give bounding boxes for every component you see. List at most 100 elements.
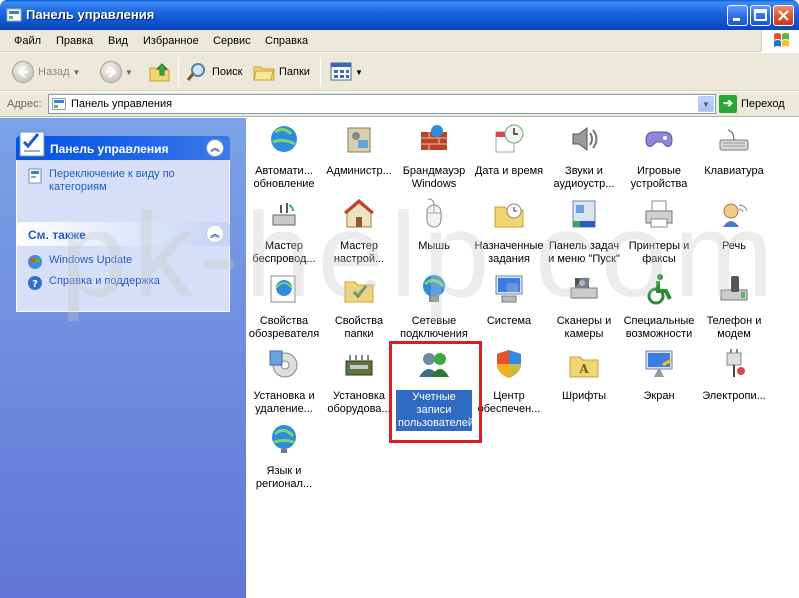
scanner-camera-icon [570,278,598,299]
go-button[interactable]: ➔ Переход [719,95,785,113]
windows-flag-icon [774,33,789,47]
menu-view[interactable]: Вид [108,35,128,47]
item-label: Свойства папки [334,315,384,340]
collapse-chevron-icon[interactable]: ︽ [206,225,224,243]
date-time-item[interactable]: Дата и время [471,122,547,178]
item-label: Администр... [326,165,392,177]
item-label: Специальные возможности [623,315,695,340]
window-title: Панель управления [26,7,155,22]
panel-header[interactable]: См. также ︽ [16,222,230,246]
game-controllers-item[interactable]: Игровые устройства [621,122,697,191]
collapse-chevron-icon[interactable]: ︽ [206,139,224,157]
scanners-cameras-item[interactable]: Сканеры и камеры [546,272,622,341]
menu-tools[interactable]: Сервис [213,35,251,47]
title-bar[interactable]: Панель управления [0,0,799,30]
up-button[interactable] [148,59,172,85]
back-dropdown-icon[interactable]: ▼ [73,68,81,77]
printers-faxes-item[interactable]: Принтеры и факсы [621,197,697,266]
keyboard-item[interactable]: Клавиатура [696,122,772,178]
link-text: Переключение к виду по категориям [49,168,175,193]
menu-file[interactable]: Файл [14,35,41,47]
item-label: Автомати... обновление [253,165,315,190]
speech-icon [723,203,748,227]
views-dropdown-icon[interactable]: ▼ [355,68,363,77]
folders-label: Папки [279,66,310,78]
folders-button[interactable]: Папки [253,59,310,85]
globe-shield-icon [271,126,297,152]
close-button[interactable] [773,5,794,26]
wireless-network-wizard-item[interactable]: Мастер беспровод... [246,197,322,266]
mouse-icon [426,198,442,228]
add-hardware-item[interactable]: Установка оборудова... [321,347,397,416]
forward-dropdown-icon[interactable]: ▼ [125,68,133,77]
item-label: Речь [721,240,747,252]
maximize-button[interactable] [750,5,771,26]
minimize-icon [733,18,740,21]
gamepad-icon [645,131,673,147]
folder-options-item[interactable]: Свойства папки [321,272,397,341]
item-label: Электропи... [702,390,766,402]
keyboard-icon [719,129,749,151]
back-button[interactable]: Назад ▼ [12,59,80,85]
network-setup-wizard-item[interactable]: Мастер настрой... [321,197,397,266]
minimize-button[interactable] [727,5,748,26]
system-item[interactable]: Система [471,272,547,328]
taskbar-icon [572,200,596,228]
internet-options-item[interactable]: Свойства обозревателя [246,272,322,341]
item-label: Сетевые подключения [400,315,468,340]
menu-edit[interactable]: Правка [56,35,93,47]
address-dropdown-icon[interactable]: ▼ [698,96,714,112]
go-arrow-icon: ➔ [719,95,737,113]
views-button[interactable]: ▼ [330,59,363,85]
address-label: Адрес: [7,98,42,110]
security-center-item[interactable]: Центр обеспечен... [471,347,547,416]
forward-button[interactable]: ▼ [100,59,133,85]
switch-to-category-view-link[interactable]: Переключение к виду по категориям [27,168,219,194]
windows-update-icon [28,255,42,269]
address-input[interactable]: Панель управления ▼ [48,94,716,114]
control-panel-small-icon [52,98,66,110]
taskbar-start-menu-item[interactable]: Панель задач и меню "Пуск" [546,197,622,266]
power-options-item[interactable]: Электропи... [696,347,772,403]
accessibility-options-item[interactable]: Специальные возможности [621,272,697,341]
admin-tools-icon [347,127,371,153]
item-label: Брандмауэр Windows [402,165,466,190]
add-remove-programs-item[interactable]: Установка и удаление... [246,347,322,416]
item-label: Сканеры и камеры [556,315,612,340]
menu-bar: Файл Правка Вид Избранное Сервис Справка [0,30,799,52]
item-label: Клавиатура [704,165,764,177]
search-label: Поиск [212,66,243,78]
speech-item[interactable]: Речь [696,197,772,253]
network-globe-icon [423,275,445,302]
menu-favorites[interactable]: Избранное [143,35,199,47]
help-and-support-link[interactable]: ? Справка и поддержка [27,275,219,291]
phone-modem-item[interactable]: Телефон и модем [696,272,772,341]
administrative-tools-item[interactable]: Администр... [321,122,397,178]
mouse-item[interactable]: Мышь [396,197,472,253]
go-label: Переход [741,98,785,110]
panel-header[interactable]: Панель управления ︽ [16,131,230,160]
item-label: Экран [643,390,675,402]
regional-language-item[interactable]: Язык и регионал... [246,422,322,491]
address-value: Панель управления [71,98,173,110]
sounds-audio-item[interactable]: Звуки и аудиоустр... [546,122,622,191]
windows-firewall-item[interactable]: Брандмауэр Windows [396,122,472,191]
windows-update-link[interactable]: Windows Update [27,254,219,270]
internet-options-icon [270,275,296,303]
search-button[interactable]: Поиск [186,59,242,85]
back-arrow-icon [12,61,34,83]
phone-icon [720,276,748,301]
forward-arrow-icon [100,61,122,83]
automatic-updates-item[interactable]: Автомати... обновление [246,122,322,191]
svg-text:A: A [578,362,589,376]
panel-title: См. также [28,228,86,242]
address-bar: Адрес: Панель управления ▼ ➔ Переход [0,92,799,117]
network-connections-item[interactable]: Сетевые подключения [396,272,472,341]
item-label: Система [486,315,532,327]
display-item[interactable]: Экран [621,347,697,403]
windows-logo [761,30,799,52]
scheduled-tasks-item[interactable]: Назначенные задания [471,197,547,266]
menu-help[interactable]: Справка [265,35,308,47]
fonts-item[interactable]: A Шрифты [546,347,622,403]
link-text: Справка и поддержка [49,275,160,287]
